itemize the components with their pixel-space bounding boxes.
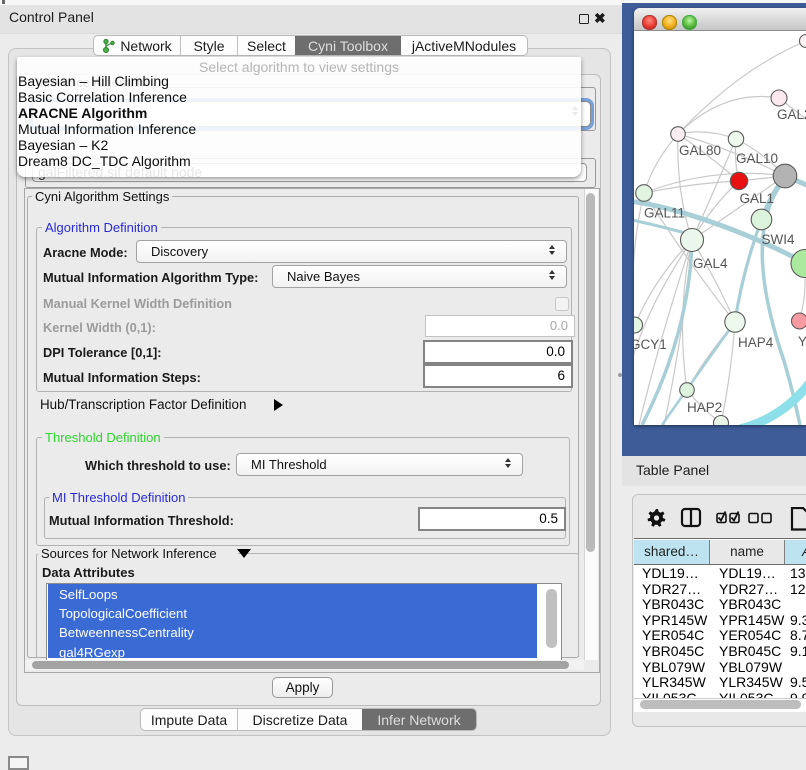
svg-text:GAL2: GAL2 [777,107,806,122]
svg-text:GCY1: GCY1 [634,337,667,352]
svg-text:HAP2: HAP2 [687,400,722,415]
svg-text:GAL10: GAL10 [736,151,778,166]
svg-text:SWI4: SWI4 [762,232,795,247]
svg-text:GAL4: GAL4 [693,256,728,271]
svg-text:GAL80: GAL80 [679,143,721,158]
svg-text:GAL1: GAL1 [740,191,775,206]
svg-text:GAL11: GAL11 [644,206,685,221]
svg-text:HAP4: HAP4 [738,335,774,350]
svg-text:Y: Y [798,334,806,349]
